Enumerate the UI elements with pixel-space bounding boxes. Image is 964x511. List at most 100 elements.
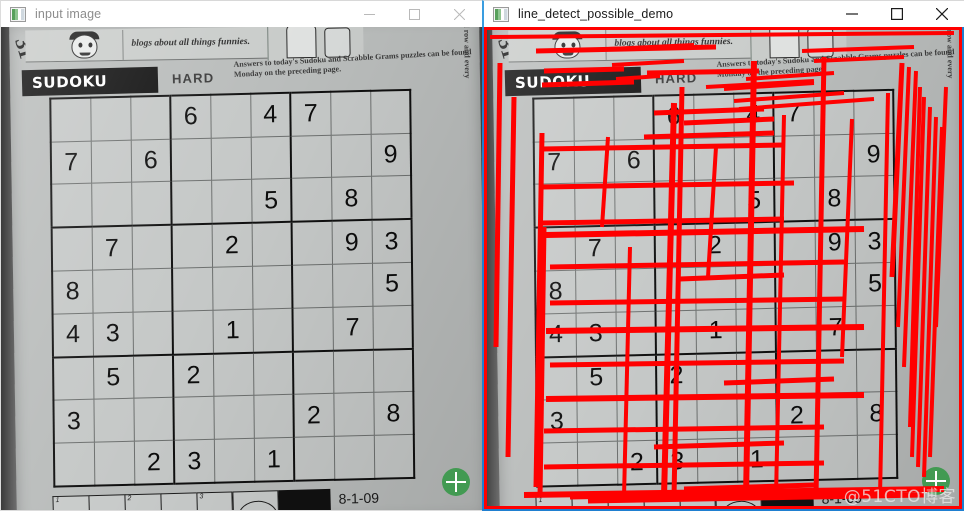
sudoku-cell: 1	[212, 309, 253, 354]
maximize-button[interactable]	[392, 1, 437, 28]
sudoku-cell	[252, 308, 293, 353]
sudoku-cell: 7	[50, 141, 92, 185]
window-input-image[interactable]: input image 3 1	[0, 0, 482, 511]
desktop: input image 3 1	[0, 0, 964, 511]
crossword-cells: 123	[52, 491, 233, 510]
sudoku-cell	[210, 93, 251, 139]
sudoku-cell	[291, 177, 332, 223]
detected-line	[493, 62, 503, 348]
sudoku-cell: 9	[370, 133, 412, 177]
titlebar-line-detect[interactable]: line_detect_possible_demo	[482, 0, 964, 27]
sudoku-cell: 4	[52, 312, 93, 358]
minimize-button[interactable]	[829, 1, 874, 28]
newspaper-photo: 31 blogs about all things funnies. SUDOK…	[1, 27, 482, 510]
sudoku-cell	[330, 90, 371, 136]
close-button[interactable]	[437, 1, 482, 28]
sudoku-cell: 5	[251, 178, 292, 224]
sudoku-cell	[173, 396, 214, 441]
detected-line	[679, 272, 785, 282]
sudoku-cell	[90, 140, 132, 184]
minimize-button[interactable]	[347, 1, 392, 28]
detected-line	[878, 92, 890, 498]
sudoku-cell	[213, 395, 254, 440]
sudoku-cell	[333, 392, 374, 437]
detected-line	[541, 180, 795, 190]
comic-caption: blogs about all things funnies.	[131, 36, 251, 49]
sudoku-cell: 2	[211, 223, 253, 268]
window-title-input-image: input image	[35, 7, 102, 21]
detected-line	[543, 424, 825, 434]
sudoku-cell	[292, 307, 333, 352]
image-app-icon	[493, 6, 509, 22]
titlebar-input-image[interactable]: input image	[0, 0, 482, 27]
sudoku-cell	[292, 264, 333, 309]
sudoku-cell: 5	[372, 262, 413, 307]
detected-line	[611, 59, 685, 67]
close-button[interactable]	[919, 1, 964, 28]
detected-line	[545, 324, 865, 334]
sudoku-cell	[132, 268, 173, 312]
sudoku-cell: 7	[332, 306, 373, 351]
sudoku-cell	[132, 354, 174, 399]
window-line-detect[interactable]: line_detect_possible_demo 31	[482, 0, 964, 511]
sudoku-cell	[293, 436, 335, 481]
sudoku-cell	[130, 95, 171, 141]
sudoku-cell: 3	[92, 311, 133, 357]
detected-line	[813, 55, 905, 63]
watermark: @51CTO博客	[843, 487, 956, 507]
window-controls-line-detect	[829, 1, 964, 28]
detected-line	[646, 68, 760, 76]
detected-line	[549, 259, 845, 270]
detected-line	[549, 358, 845, 368]
detected-line	[541, 142, 785, 152]
sudoku-cell	[373, 434, 415, 479]
detected-line	[745, 71, 835, 81]
sudoku-cell: 6	[130, 139, 172, 183]
maximize-button[interactable]	[874, 1, 919, 28]
sudoku-grid: 64776958729385431752328231	[49, 88, 416, 488]
detected-line	[683, 116, 775, 126]
sudoku-cell	[172, 267, 213, 311]
detected-line	[489, 31, 955, 39]
sudoku-cell: 4	[250, 92, 291, 138]
sudoku-cell: 7	[290, 91, 331, 137]
sudoku-cell	[131, 181, 172, 227]
sudoku-cell: 9	[331, 220, 373, 265]
detected-line	[840, 118, 854, 358]
detected-line	[600, 136, 610, 228]
sudoku-cell	[252, 265, 293, 310]
sudoku-cell: 3	[371, 219, 412, 264]
sudoku-cell	[252, 351, 294, 396]
black-cell	[278, 488, 331, 510]
detected-line	[541, 79, 635, 88]
line-detect-canvas[interactable]: 31 blogs about all things funnies. SUDOK…	[482, 27, 964, 511]
sudoku-cell	[291, 221, 333, 266]
window-controls-input-image	[347, 1, 482, 28]
sudoku-cell: 8	[331, 176, 372, 222]
detected-line	[743, 60, 757, 498]
detected-line	[622, 246, 632, 498]
sudoku-cell	[90, 96, 131, 142]
sudoku-cell	[52, 356, 94, 401]
sudoku-cell	[332, 263, 373, 308]
sudoku-cell: 2	[172, 353, 214, 398]
input-image-canvas[interactable]: 31 blogs about all things funnies. SUDOK…	[0, 27, 482, 511]
detected-line	[543, 66, 625, 74]
sudoku-cell	[210, 137, 252, 181]
detected-line	[545, 226, 865, 238]
sudoku-cell	[370, 89, 411, 135]
sudoku-cell	[171, 224, 213, 269]
sudoku-cell: 6	[170, 94, 211, 140]
newspaper-sheet: 31 blogs about all things funnies. SUDOK…	[9, 27, 482, 510]
window-title-line-detect: line_detect_possible_demo	[518, 7, 674, 21]
comic-face-icon	[49, 29, 124, 61]
sudoku-cell: 7	[91, 226, 133, 271]
sudoku-cell	[372, 305, 413, 350]
sudoku-cell	[131, 225, 173, 270]
sudoku-cell	[171, 180, 212, 226]
sudoku-cell	[212, 352, 254, 397]
detected-line	[653, 106, 765, 116]
sudoku-cell: 1	[253, 437, 295, 482]
sudoku-cell	[213, 438, 255, 483]
comic-strip: blogs about all things funnies.	[25, 27, 268, 63]
